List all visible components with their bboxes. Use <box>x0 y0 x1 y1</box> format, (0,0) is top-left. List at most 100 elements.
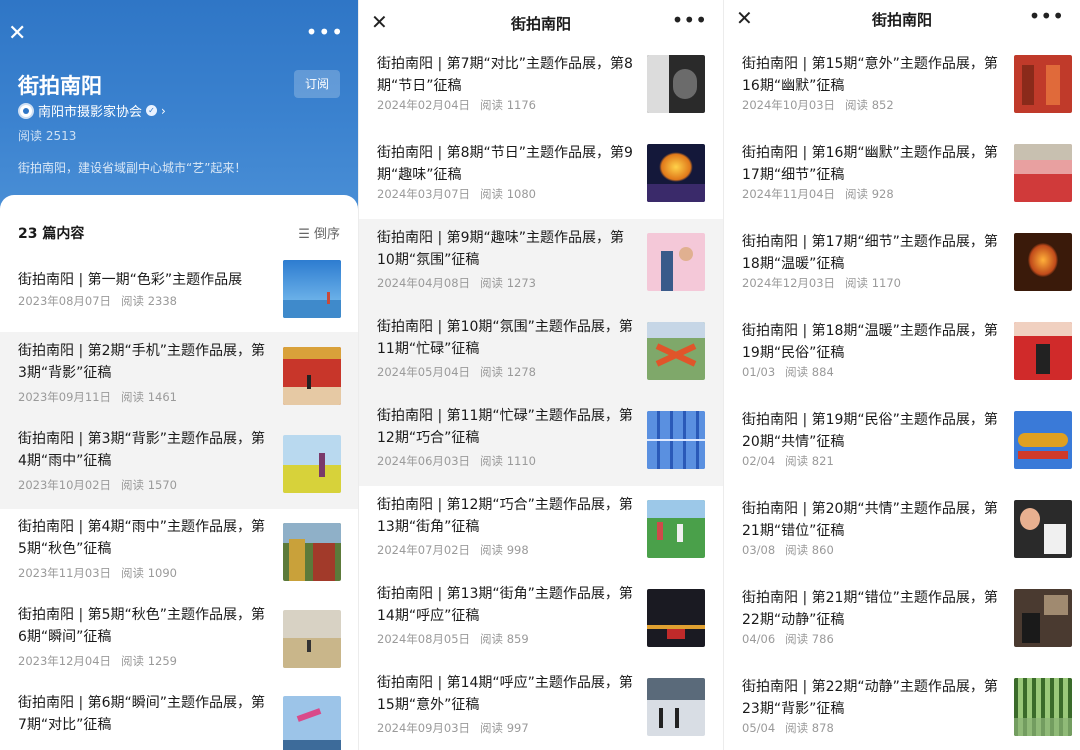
collection-title: 街拍南阳 <box>18 74 102 98</box>
panel-collection-overview: ✕ ••• 街拍南阳 订阅 南阳市摄影家协会 ✓ › 阅读 2513 街拍南阳，… <box>0 0 358 750</box>
item-meta: 2024年05月04日 阅读 1278 <box>377 365 536 379</box>
item-thumbnail <box>283 523 341 581</box>
item-title: 街拍南阳 | 第4期“雨中”主题作品展，第5期“秋色”征稿 <box>18 519 266 557</box>
panel-article-list-2: ✕ 街拍南阳 ••• 街拍南阳 | 第7期“对比”主题作品展，第8期“节日”征稿… <box>358 0 723 750</box>
list-item[interactable]: 街拍南阳 | 第19期“民俗”主题作品展，第20期“共情”征稿 02/04 阅读 … <box>724 401 1080 490</box>
item-meta: 2024年03月07日 阅读 1080 <box>377 187 536 201</box>
item-title: 街拍南阳 | 第11期“忙碌”主题作品展，第12期“巧合”征稿 <box>377 408 633 446</box>
verified-icon: ✓ <box>146 105 158 116</box>
list-item[interactable]: 街拍南阳 | 第2期“手机”主题作品展，第3期“背影”征稿 2023年09月11… <box>0 332 358 421</box>
item-title: 街拍南阳 | 第13期“街角”主题作品展，第14期“呼应”征稿 <box>377 586 633 624</box>
item-thumbnail <box>647 500 705 558</box>
item-title: 街拍南阳 | 第6期“瞬间”主题作品展，第7期“对比”征稿 <box>18 695 266 733</box>
item-thumbnail <box>283 435 341 493</box>
item-title: 街拍南阳 | 第9期“趣味”主题作品展，第10期“氛围”征稿 <box>377 230 625 268</box>
list-item[interactable]: 街拍南阳 | 第8期“节日”主题作品展，第9期“趣味”征稿 2024年03月07… <box>359 134 723 223</box>
item-thumbnail <box>1014 144 1072 202</box>
item-title: 街拍南阳 | 第10期“氛围”主题作品展，第11期“忙碌”征稿 <box>377 319 633 357</box>
sort-icon: ☰ <box>298 227 314 242</box>
item-thumbnail <box>1014 678 1072 736</box>
item-title: 街拍南阳 | 第19期“民俗”主题作品展，第20期“共情”征稿 <box>742 412 998 450</box>
article-count: 23 篇内容 <box>18 226 85 242</box>
list-toolbar: 23 篇内容 ☰ 倒序 <box>18 223 340 243</box>
collection-description: 街拍南阳，建设省域副中心城市“艺”起来！ <box>18 161 247 175</box>
item-meta: 2024年07月02日 阅读 998 <box>377 543 529 557</box>
list-item[interactable]: 街拍南阳 | 第一期“色彩”主题作品展 2023年08月07日 阅读 2338 <box>0 245 358 334</box>
list-item[interactable]: 街拍南阳 | 第18期“温暖”主题作品展，第19期“民俗”征稿 01/03 阅读 … <box>724 312 1080 401</box>
chevron-right-icon: › <box>161 103 166 118</box>
nav-header: ✕ 街拍南阳 ••• <box>359 0 723 44</box>
item-meta: 04/06 阅读 786 <box>742 632 834 646</box>
sort-button[interactable]: ☰ 倒序 <box>298 223 340 243</box>
item-title: 街拍南阳 | 第18期“温暖”主题作品展，第19期“民俗”征稿 <box>742 323 998 361</box>
panel-article-list-3: ✕ 街拍南阳 ••• 街拍南阳 | 第15期“意外”主题作品展，第16期“幽默”… <box>723 0 1080 750</box>
list-item[interactable]: 街拍南阳 | 第20期“共情”主题作品展，第21期“错位”征稿 03/08 阅读 … <box>724 490 1080 579</box>
item-meta: 2024年12月03日 阅读 1170 <box>742 276 901 290</box>
item-thumbnail <box>647 322 705 380</box>
subscribe-button[interactable]: 订阅 <box>294 70 340 98</box>
item-meta: 2024年06月03日 阅读 1110 <box>377 454 536 468</box>
avatar <box>18 102 34 119</box>
item-thumbnail <box>1014 55 1072 113</box>
collection-reads: 阅读 2513 <box>18 129 77 143</box>
item-title: 街拍南阳 | 第3期“背影”主题作品展，第4期“雨中”征稿 <box>18 431 266 469</box>
item-title: 街拍南阳 | 第17期“细节”主题作品展，第18期“温暖”征稿 <box>742 234 998 272</box>
list-item[interactable]: 街拍南阳 | 第3期“背影”主题作品展，第4期“雨中”征稿 2023年10月02… <box>0 420 358 509</box>
source-account-name: 南阳市摄影家协会 <box>38 105 143 120</box>
item-title: 街拍南阳 | 第12期“巧合”主题作品展，第13期“街角”征稿 <box>377 497 633 535</box>
list-item[interactable]: 街拍南阳 | 第6期“瞬间”主题作品展，第7期“对比”征稿 <box>0 684 358 750</box>
close-icon[interactable]: ✕ <box>8 23 26 45</box>
list-item[interactable]: 街拍南阳 | 第13期“街角”主题作品展，第14期“呼应”征稿 2024年08月… <box>359 575 723 664</box>
item-thumbnail <box>283 347 341 405</box>
list-item[interactable]: 街拍南阳 | 第21期“错位”主题作品展，第22期“动静”征稿 04/06 阅读 … <box>724 579 1080 668</box>
item-title: 街拍南阳 | 第15期“意外”主题作品展，第16期“幽默”征稿 <box>742 56 998 94</box>
item-title: 街拍南阳 | 第8期“节日”主题作品展，第9期“趣味”征稿 <box>377 145 633 183</box>
list-item[interactable]: 街拍南阳 | 第9期“趣味”主题作品展，第10期“氛围”征稿 2024年04月0… <box>359 219 723 308</box>
list-item[interactable]: 街拍南阳 | 第5期“秋色”主题作品展，第6期“瞬间”征稿 2023年12月04… <box>0 596 358 685</box>
item-meta: 2024年09月03日 阅读 997 <box>377 721 529 735</box>
item-title: 街拍南阳 | 第21期“错位”主题作品展，第22期“动静”征稿 <box>742 590 998 628</box>
list-item[interactable]: 街拍南阳 | 第15期“意外”主题作品展，第16期“幽默”征稿 2024年10月… <box>724 45 1080 134</box>
item-meta: 2023年08月07日 阅读 2338 <box>18 294 177 308</box>
item-thumbnail <box>647 589 705 647</box>
list-item[interactable]: 街拍南阳 | 第22期“动静”主题作品展，第23期“背影”征稿 05/04 阅读 … <box>724 668 1080 750</box>
item-title: 街拍南阳 | 第16期“幽默”主题作品展，第17期“细节”征稿 <box>742 145 998 183</box>
list-item[interactable]: 街拍南阳 | 第10期“氛围”主题作品展，第11期“忙碌”征稿 2024年05月… <box>359 308 723 397</box>
item-thumbnail <box>647 144 705 202</box>
item-thumbnail <box>283 610 341 668</box>
more-icon[interactable]: ••• <box>672 10 707 30</box>
item-thumbnail <box>1014 500 1072 558</box>
item-title: 街拍南阳 | 第14期“呼应”主题作品展，第15期“意外”征稿 <box>377 675 633 713</box>
item-thumbnail <box>1014 411 1072 469</box>
list-item[interactable]: 街拍南阳 | 第17期“细节”主题作品展，第18期“温暖”征稿 2024年12月… <box>724 223 1080 312</box>
item-meta: 2024年08月05日 阅读 859 <box>377 632 529 646</box>
list-item[interactable]: 街拍南阳 | 第16期“幽默”主题作品展，第17期“细节”征稿 2024年11月… <box>724 134 1080 223</box>
item-meta: 2024年10月03日 阅读 852 <box>742 98 894 112</box>
item-thumbnail <box>1014 322 1072 380</box>
item-thumbnail <box>283 696 341 750</box>
item-thumbnail <box>647 55 705 113</box>
list-item[interactable]: 街拍南阳 | 第7期“对比”主题作品展，第8期“节日”征稿 2024年02月04… <box>359 45 723 134</box>
item-thumbnail <box>1014 589 1072 647</box>
collection-header: ✕ ••• 街拍南阳 订阅 南阳市摄影家协会 ✓ › 阅读 2513 街拍南阳，… <box>0 0 358 215</box>
item-title: 街拍南阳 | 第7期“对比”主题作品展，第8期“节日”征稿 <box>377 56 633 94</box>
item-meta: 2024年04月08日 阅读 1273 <box>377 276 536 290</box>
item-meta: 01/03 阅读 884 <box>742 365 834 379</box>
more-icon[interactable]: ••• <box>306 22 344 42</box>
item-meta: 2024年11月04日 阅读 928 <box>742 187 894 201</box>
item-meta: 2023年10月02日 阅读 1570 <box>18 478 177 492</box>
item-thumbnail <box>647 233 705 291</box>
source-account-link[interactable]: 南阳市摄影家协会 ✓ › <box>18 101 166 120</box>
item-meta: 05/04 阅读 878 <box>742 721 834 735</box>
list-item[interactable]: 街拍南阳 | 第12期“巧合”主题作品展，第13期“街角”征稿 2024年07月… <box>359 486 723 575</box>
item-thumbnail <box>1014 233 1072 291</box>
item-thumbnail <box>647 411 705 469</box>
item-thumbnail <box>283 260 341 318</box>
list-item[interactable]: 街拍南阳 | 第14期“呼应”主题作品展，第15期“意外”征稿 2024年09月… <box>359 664 723 750</box>
sort-label: 倒序 <box>313 227 340 242</box>
list-item[interactable]: 街拍南阳 | 第4期“雨中”主题作品展，第5期“秋色”征稿 2023年11月03… <box>0 508 358 597</box>
list-item[interactable]: 街拍南阳 | 第11期“忙碌”主题作品展，第12期“巧合”征稿 2024年06月… <box>359 397 723 486</box>
item-title: 街拍南阳 | 第22期“动静”主题作品展，第23期“背影”征稿 <box>742 679 998 717</box>
item-title: 街拍南阳 | 第5期“秋色”主题作品展，第6期“瞬间”征稿 <box>18 607 266 645</box>
more-icon[interactable]: ••• <box>1029 6 1064 26</box>
